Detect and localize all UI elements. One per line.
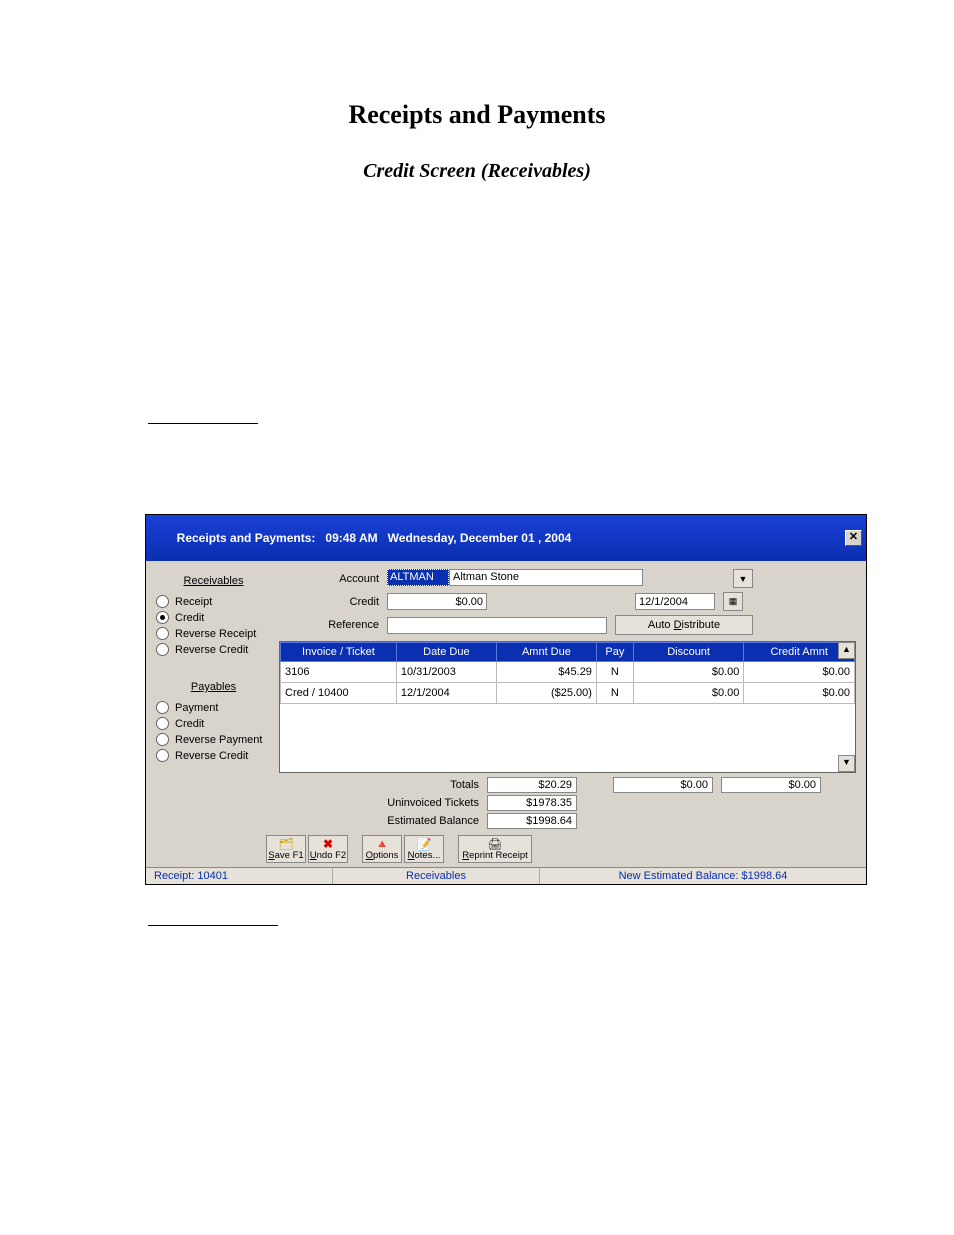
- divider: [148, 925, 278, 926]
- page-title: Receipts and Payments: [140, 100, 814, 130]
- col-pay[interactable]: Pay: [596, 643, 633, 662]
- table-row[interactable]: Cred / 10400 12/1/2004 ($25.00) N $0.00 …: [281, 683, 855, 704]
- account-dropdown-icon[interactable]: ▼: [733, 569, 753, 588]
- radio-label: Credit: [175, 612, 204, 624]
- reference-label: Reference: [279, 619, 379, 631]
- account-name-input[interactable]: Altman Stone: [449, 569, 643, 586]
- undo-label: Undo F2: [310, 850, 346, 861]
- notes-button[interactable]: 📝 Notes...: [404, 835, 444, 863]
- cell-disc[interactable]: $0.00: [633, 683, 744, 704]
- cell-date[interactable]: 10/31/2003: [396, 662, 496, 683]
- radio-reverse-credit[interactable]: Reverse Credit: [156, 643, 271, 656]
- options-label: Options: [366, 850, 399, 861]
- title-date: Wednesday, December 01 , 2004: [388, 531, 572, 545]
- cell-disc[interactable]: $0.00: [633, 662, 744, 683]
- cell-invoice[interactable]: 3106: [281, 662, 397, 683]
- totals-label: Totals: [279, 779, 479, 791]
- printer-icon: 🖨: [459, 837, 531, 851]
- radio-icon: [156, 595, 169, 608]
- status-receipt: Receipt: 10401: [146, 868, 333, 884]
- cell-amt[interactable]: $45.29: [496, 662, 596, 683]
- save-label: Save F1: [268, 850, 303, 861]
- table-header-row: Invoice / Ticket Date Due Amnt Due Pay D…: [281, 643, 855, 662]
- radio-icon: [156, 643, 169, 656]
- notes-icon: 📝: [405, 837, 443, 851]
- undo-button[interactable]: ✖ Undo F2: [308, 835, 348, 863]
- status-bar: Receipt: 10401 Receivables New Estimated…: [146, 867, 866, 884]
- radio-icon: [156, 701, 169, 714]
- radio-label: Reverse Credit: [175, 750, 248, 762]
- credit-input[interactable]: [387, 593, 487, 610]
- radio-reverse-payment[interactable]: Reverse Payment: [156, 733, 271, 746]
- radio-icon: [156, 627, 169, 640]
- account-code-input[interactable]: ALTMAN: [387, 569, 449, 586]
- radio-credit[interactable]: Credit: [156, 611, 271, 624]
- radio-label: Receipt: [175, 596, 212, 608]
- title-time: 09:48 AM: [325, 531, 377, 545]
- main-panel: Account ALTMAN Altman Stone ▼ Credit ▦ R…: [279, 569, 856, 831]
- col-date-due[interactable]: Date Due: [396, 643, 496, 662]
- radio-icon: [156, 611, 169, 624]
- col-amnt-due[interactable]: Amnt Due: [496, 643, 596, 662]
- save-button[interactable]: 🗂 Save F1: [266, 835, 306, 863]
- reprint-label: Reprint Receipt: [462, 850, 528, 861]
- cell-amt[interactable]: ($25.00): [496, 683, 596, 704]
- cell-cred[interactable]: $0.00: [744, 683, 855, 704]
- auto-distribute-button[interactable]: Auto Distribute: [615, 615, 753, 635]
- radio-receipt[interactable]: Receipt: [156, 595, 271, 608]
- credit-label: Credit: [279, 596, 379, 608]
- totals-amount: $20.29: [487, 777, 577, 793]
- radio-reverse-receipt[interactable]: Reverse Receipt: [156, 627, 271, 640]
- options-icon: 🔺: [363, 837, 401, 851]
- payables-heading: Payables: [156, 681, 271, 693]
- radio-label: Payment: [175, 702, 218, 714]
- status-balance: New Estimated Balance: $1998.64: [540, 868, 866, 884]
- scroll-up-icon[interactable]: ▲: [838, 642, 855, 659]
- radio-icon: [156, 733, 169, 746]
- radio-payment[interactable]: Payment: [156, 701, 271, 714]
- radio-label: Reverse Credit: [175, 644, 248, 656]
- sidebar: Receivables Receipt Credit Reverse Recei…: [156, 569, 271, 831]
- scroll-down-icon[interactable]: ▼: [838, 755, 855, 772]
- save-icon: 🗂: [267, 837, 305, 851]
- cell-cred[interactable]: $0.00: [744, 662, 855, 683]
- totals-credit: $0.00: [721, 777, 821, 793]
- radio-label: Reverse Receipt: [175, 628, 256, 640]
- radio-pay-reverse-credit[interactable]: Reverse Credit: [156, 749, 271, 762]
- app-window: Receipts and Payments: 09:48 AM Wednesda…: [145, 514, 867, 885]
- close-icon[interactable]: ✕: [845, 530, 862, 546]
- account-label: Account: [279, 573, 379, 585]
- notes-label: Notes...: [408, 850, 441, 861]
- invoice-table: Invoice / Ticket Date Due Amnt Due Pay D…: [279, 641, 856, 773]
- est-balance-label: Estimated Balance: [279, 815, 479, 827]
- totals-discount: $0.00: [613, 777, 713, 793]
- radio-label: Credit: [175, 718, 204, 730]
- page-subtitle: Credit Screen (Receivables): [140, 160, 814, 183]
- undo-icon: ✖: [309, 837, 347, 851]
- est-balance-value: $1998.64: [487, 813, 577, 829]
- toolbar: 🗂 Save F1 ✖ Undo F2 🔺 Options 📝 Notes...…: [146, 831, 866, 867]
- title-prefix: Receipts and Payments:: [177, 531, 326, 545]
- radio-pay-credit[interactable]: Credit: [156, 717, 271, 730]
- radio-label: Reverse Payment: [175, 734, 262, 746]
- col-invoice[interactable]: Invoice / Ticket: [281, 643, 397, 662]
- date-input[interactable]: [635, 593, 715, 610]
- cell-pay[interactable]: N: [596, 683, 633, 704]
- receivables-heading: Receivables: [156, 575, 271, 587]
- calendar-icon[interactable]: ▦: [723, 592, 743, 611]
- cell-pay[interactable]: N: [596, 662, 633, 683]
- reference-input[interactable]: [387, 617, 607, 634]
- table-row[interactable]: 3106 10/31/2003 $45.29 N $0.00 $0.00: [281, 662, 855, 683]
- cell-date[interactable]: 12/1/2004: [396, 683, 496, 704]
- cell-invoice[interactable]: Cred / 10400: [281, 683, 397, 704]
- title-bar: Receipts and Payments: 09:48 AM Wednesda…: [146, 515, 866, 561]
- options-button[interactable]: 🔺 Options: [362, 835, 402, 863]
- reprint-button[interactable]: 🖨 Reprint Receipt: [458, 835, 532, 863]
- uninvoiced-label: Uninvoiced Tickets: [279, 797, 479, 809]
- col-discount[interactable]: Discount: [633, 643, 744, 662]
- uninvoiced-value: $1978.35: [487, 795, 577, 811]
- radio-icon: [156, 749, 169, 762]
- status-mode: Receivables: [333, 868, 540, 884]
- radio-icon: [156, 717, 169, 730]
